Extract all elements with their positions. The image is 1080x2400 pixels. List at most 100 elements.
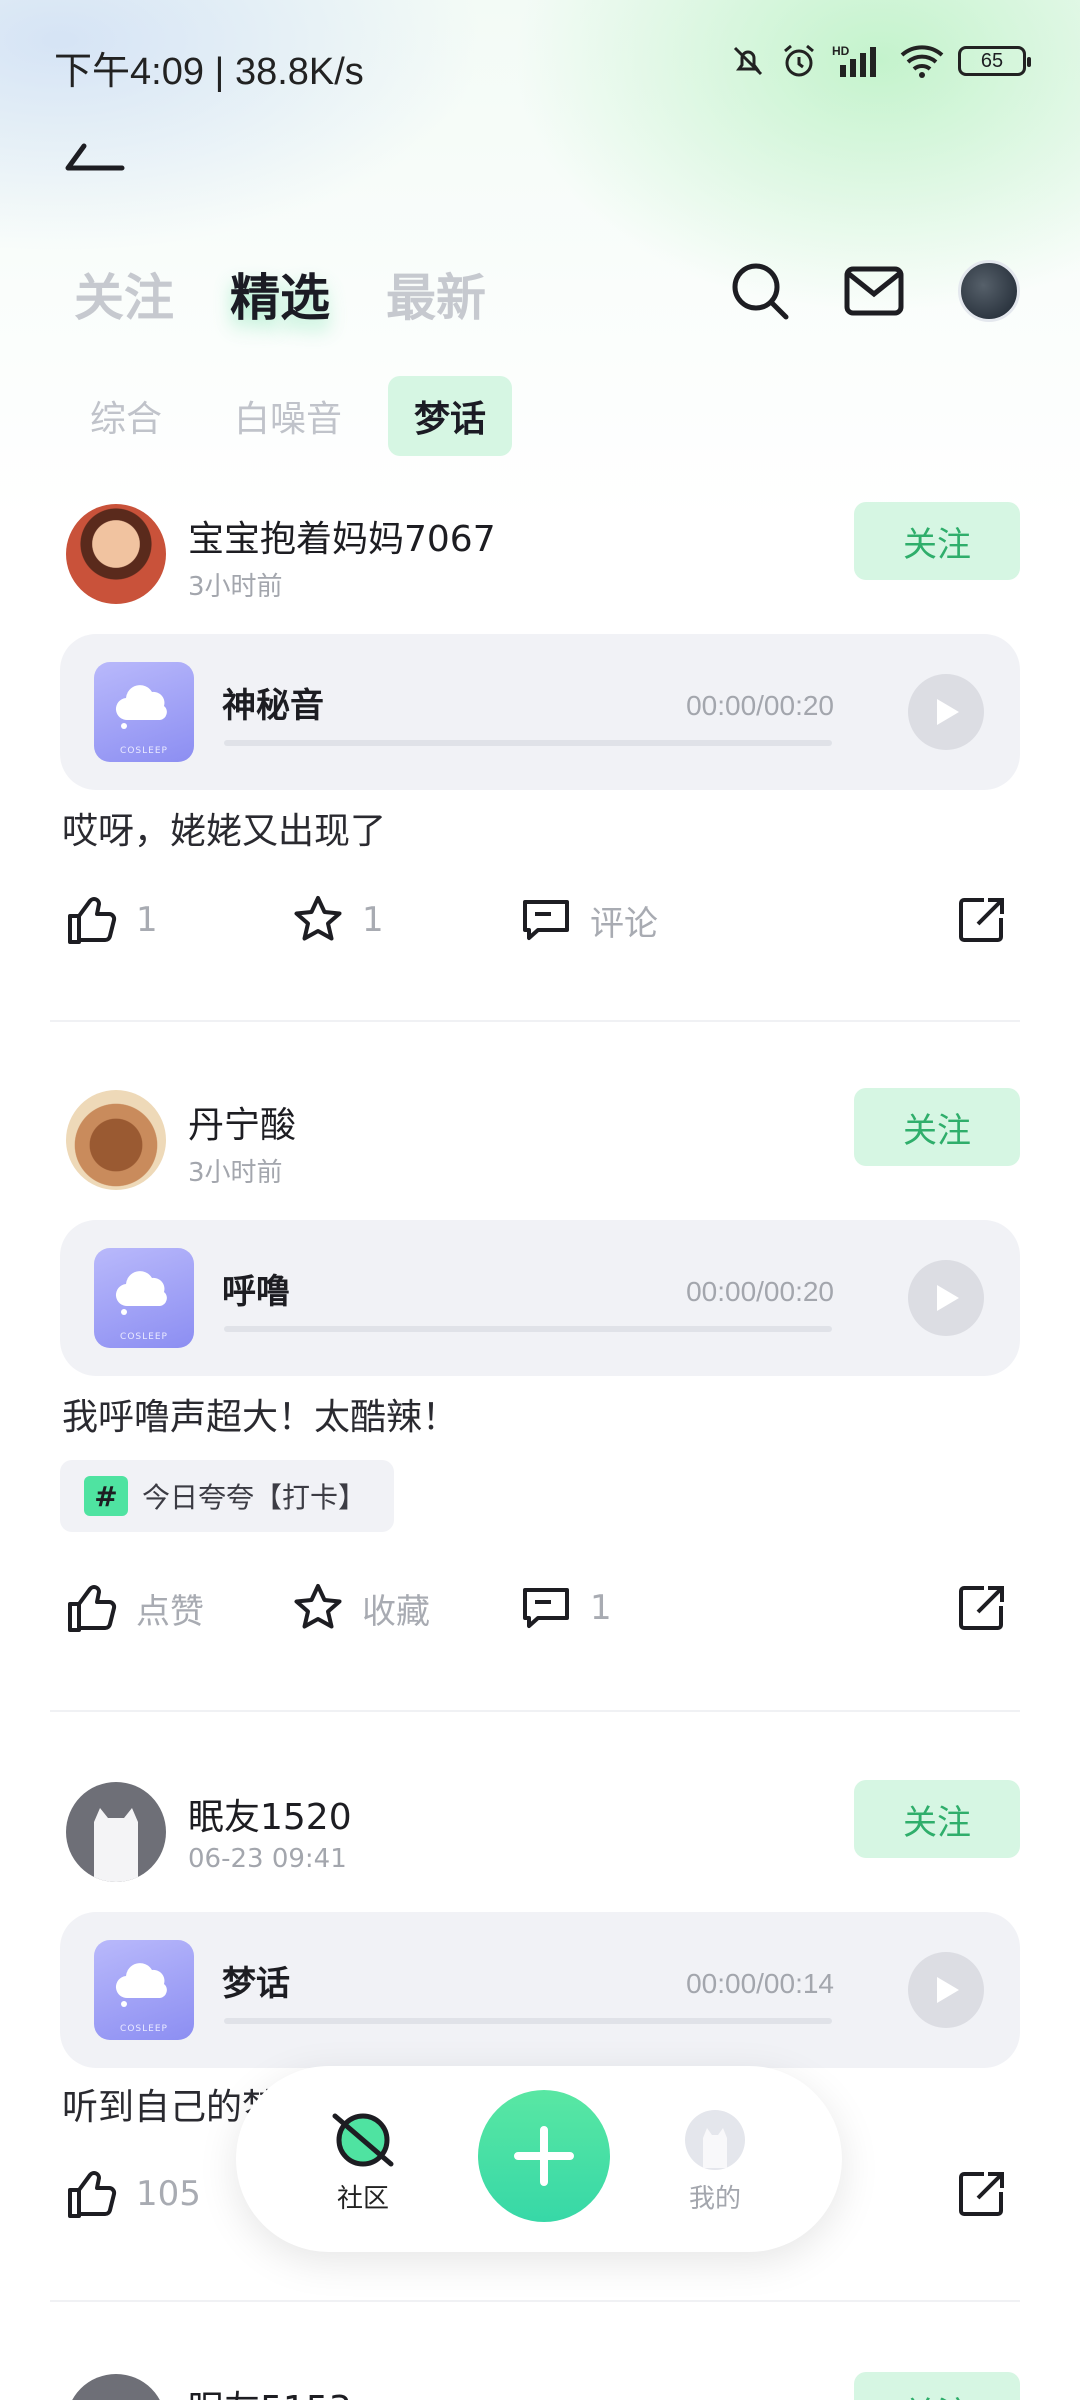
- post-text: 我呼噜声超大！太酷辣！: [62, 1397, 459, 1438]
- share-icon: [959, 898, 1004, 942]
- share-icon: [959, 1586, 1004, 1630]
- svg-text:HD: HD: [832, 44, 850, 58]
- top-actions: [730, 260, 1020, 322]
- subtab-general[interactable]: 综合: [64, 376, 188, 456]
- username[interactable]: 宝宝抱着妈妈7067: [188, 510, 496, 562]
- bottom-nav: 社区 我的: [236, 2066, 842, 2252]
- share-icon: [959, 2172, 1004, 2216]
- username[interactable]: 眠友1520: [188, 1788, 352, 1840]
- divider: [50, 1710, 1020, 1712]
- subtab-sleep-talk[interactable]: 梦话: [388, 376, 513, 456]
- audio-player[interactable]: COSLEEP 呼噜 00:00/00:20: [60, 1220, 1020, 1376]
- status-icons: HD 65: [730, 42, 1031, 80]
- play-icon: [937, 699, 959, 725]
- nav-mine[interactable]: 我的: [655, 2108, 775, 2215]
- username[interactable]: 眠友5153: [188, 2380, 352, 2400]
- post-time: 06-23 09:41: [188, 1844, 347, 1874]
- favorite-label: 收藏: [362, 1591, 430, 1632]
- follow-button[interactable]: 关注: [854, 2372, 1020, 2400]
- nav-community[interactable]: 社区: [303, 2108, 423, 2215]
- like-count: 1: [136, 900, 158, 940]
- audio-title: 梦话: [222, 1964, 290, 2004]
- audio-title: 呼噜: [222, 1272, 290, 1312]
- favorite-button[interactable]: 收藏: [292, 1582, 430, 1634]
- like-button[interactable]: 1: [66, 894, 158, 946]
- play-icon: [937, 1285, 959, 1311]
- play-button[interactable]: [908, 674, 984, 750]
- audio-player[interactable]: COSLEEP 神秘音 00:00/00:20: [60, 634, 1020, 790]
- comment-icon: [523, 900, 569, 940]
- sub-tabs: 综合 白噪音 梦话: [64, 376, 513, 456]
- audio-duration: 00:00/00:20: [686, 1276, 834, 1307]
- hd-signal-icon: HD: [832, 44, 876, 77]
- tag-label: 今日夸夸【打卡】: [142, 1481, 367, 1514]
- post-actions: 1 1 评论: [66, 894, 1016, 964]
- thumbs-up-icon: [68, 1585, 117, 1632]
- avatar[interactable]: [66, 1090, 166, 1190]
- search-icon[interactable]: [730, 261, 790, 321]
- avatar[interactable]: [66, 504, 166, 604]
- nav-community-label: 社区: [336, 2184, 389, 2214]
- like-count: 105: [136, 2174, 201, 2214]
- post-card: 眠友5153 关注: [0, 2360, 1080, 2400]
- share-button[interactable]: [956, 1582, 1008, 1634]
- follow-button[interactable]: 关注: [854, 502, 1020, 580]
- follow-button[interactable]: 关注: [854, 1088, 1020, 1166]
- back-button[interactable]: [62, 140, 126, 184]
- alarm-icon: [784, 44, 814, 77]
- play-button[interactable]: [908, 1260, 984, 1336]
- comment-count: 1: [590, 1588, 612, 1628]
- post-actions: 点赞 收藏 1: [66, 1582, 1016, 1652]
- favorite-button[interactable]: 1: [292, 894, 384, 946]
- add-post-button[interactable]: [478, 2090, 610, 2222]
- main-tabs: 关注 精选 最新: [74, 258, 486, 330]
- topic-tag[interactable]: # 今日夸夸【打卡】: [60, 1460, 395, 1532]
- audio-progress-track[interactable]: [224, 2018, 832, 2024]
- tab-following[interactable]: 关注: [74, 258, 174, 330]
- user-avatar[interactable]: [958, 260, 1020, 322]
- play-icon: [937, 1977, 959, 2003]
- star-icon: [294, 896, 342, 941]
- play-button[interactable]: [908, 1952, 984, 2028]
- comment-button[interactable]: 评论: [520, 894, 658, 946]
- mail-icon[interactable]: [844, 266, 904, 316]
- feed: 宝宝抱着妈妈7067 3小时前 关注 COSLEEP 神秘音 00:00/00:…: [0, 490, 1080, 2400]
- profile-icon: [685, 2110, 745, 2170]
- status-bar: 下午4:09 | 38.8K/s HD 65: [0, 0, 1080, 120]
- share-button[interactable]: [956, 2168, 1008, 2220]
- default-avatar-icon: [94, 1808, 138, 1882]
- thumbs-up-icon: [68, 2171, 117, 2218]
- like-button[interactable]: 105: [66, 2168, 201, 2220]
- battery-icon: 65: [958, 46, 1031, 76]
- comment-icon: [523, 1588, 569, 1628]
- plus-icon: [514, 2126, 574, 2186]
- tab-featured[interactable]: 精选: [230, 258, 330, 330]
- tab-latest[interactable]: 最新: [386, 258, 486, 330]
- audio-duration: 00:00/00:14: [686, 1968, 834, 1999]
- post-text: 哎呀，姥姥又出现了: [62, 811, 387, 852]
- sleep-cloud-icon: COSLEEP: [94, 662, 194, 762]
- share-button[interactable]: [956, 894, 1008, 946]
- like-label: 点赞: [136, 1591, 204, 1632]
- audio-progress-track[interactable]: [224, 1326, 832, 1332]
- sleep-cloud-icon: COSLEEP: [94, 1940, 194, 2040]
- like-button[interactable]: 点赞: [66, 1582, 204, 1634]
- nav-mine-label: 我的: [688, 2184, 741, 2214]
- hashtag-icon: #: [84, 1476, 128, 1516]
- back-arrow-icon: [65, 143, 125, 171]
- sleep-cloud-icon: COSLEEP: [94, 1248, 194, 1348]
- wifi-icon: [900, 45, 944, 78]
- star-icon: [294, 1584, 342, 1629]
- follow-button[interactable]: 关注: [854, 1780, 1020, 1858]
- thumbs-up-icon: [68, 897, 117, 944]
- audio-player[interactable]: COSLEEP 梦话 00:00/00:14: [60, 1912, 1020, 2068]
- divider: [50, 1020, 1020, 1022]
- comment-button[interactable]: 1: [520, 1582, 612, 1634]
- audio-progress-track[interactable]: [224, 740, 832, 746]
- avatar[interactable]: [66, 2374, 166, 2400]
- subtab-white-noise[interactable]: 白噪音: [208, 376, 368, 456]
- username[interactable]: 丹宁酸: [188, 1096, 296, 1148]
- favorite-count: 1: [362, 900, 384, 940]
- avatar[interactable]: [66, 1782, 166, 1882]
- status-time: 下午4:09 | 38.8K/s: [54, 51, 364, 93]
